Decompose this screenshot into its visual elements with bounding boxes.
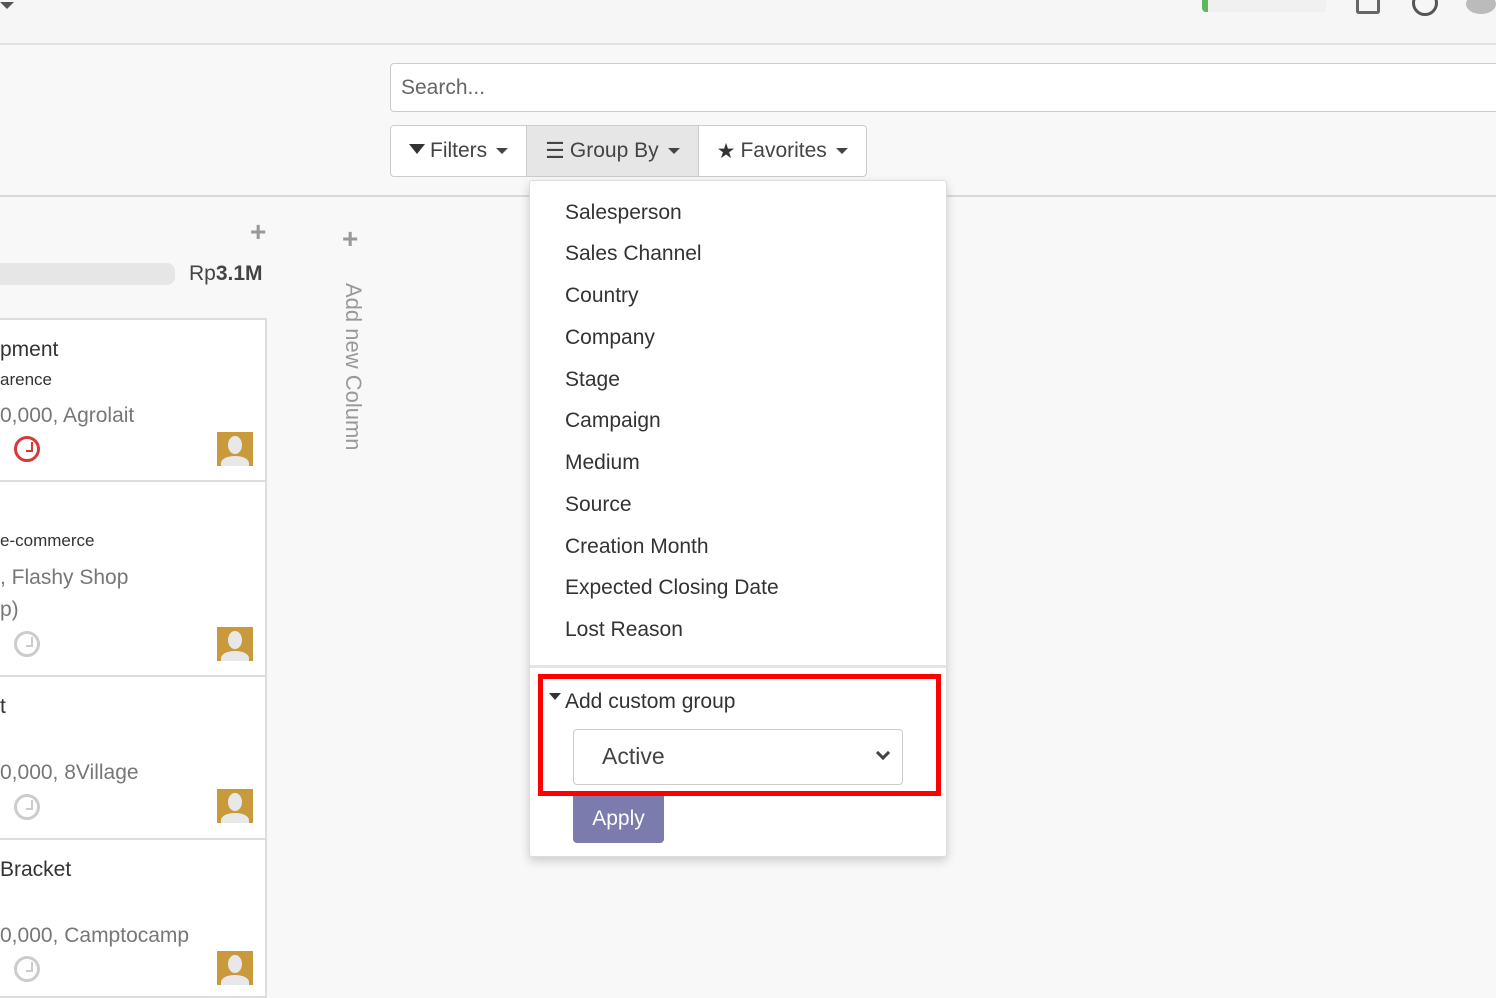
favorites-label: Favorites: [740, 139, 827, 162]
column-total: Rp3.1M: [189, 262, 263, 285]
search-options: Filters ☰ Group By ★ Favorites: [390, 125, 867, 177]
card-info: 0,000, 8Village: [0, 761, 139, 784]
caret-icon: [667, 148, 680, 154]
card-title: t: [0, 695, 6, 718]
card-info: , Flashy Shop: [0, 566, 129, 589]
column-progress-bar[interactable]: [0, 263, 175, 285]
caret-icon: [496, 148, 509, 154]
group-by-medium[interactable]: Medium: [565, 451, 640, 475]
add-new-column[interactable]: Add new Column: [340, 283, 366, 451]
card-title: pment: [0, 338, 59, 361]
favorites-button[interactable]: ★ Favorites: [699, 126, 866, 176]
card-info: 0,000, Agrolait: [0, 404, 135, 427]
avatar: [217, 432, 253, 466]
card-info-2: p): [0, 598, 19, 621]
clock-icon[interactable]: [1412, 0, 1438, 16]
group-by-company[interactable]: Company: [565, 326, 655, 350]
caret-down-icon[interactable]: [0, 2, 14, 9]
card-info: 0,000, Camptocamp: [0, 924, 190, 947]
group-by-label: Group By: [569, 139, 659, 162]
activity-clock-icon[interactable]: [14, 631, 40, 657]
dropdown-divider: [530, 665, 946, 668]
filters-label: Filters: [430, 139, 488, 162]
group-by-campaign[interactable]: Campaign: [565, 409, 661, 433]
group-by-button[interactable]: ☰ Group By: [527, 126, 699, 176]
activity-clock-icon[interactable]: [14, 436, 40, 462]
group-by-creation-month[interactable]: Creation Month: [565, 535, 709, 559]
caret-icon: [835, 148, 848, 154]
group-by-stage[interactable]: Stage: [565, 368, 620, 392]
card-tag: e-commerce: [0, 531, 95, 550]
chat-icon[interactable]: [1466, 0, 1496, 14]
progress-bar: [1202, 0, 1326, 12]
bars-icon: ☰: [545, 138, 565, 163]
avatar: [217, 951, 253, 985]
group-by-country[interactable]: Country: [565, 284, 639, 308]
avatar: [217, 789, 253, 823]
group-by-expected-closing-date[interactable]: Expected Closing Date: [565, 576, 779, 600]
card-tag: arence: [0, 370, 52, 389]
apply-button[interactable]: Apply: [573, 795, 664, 843]
group-by-source[interactable]: Source: [565, 493, 632, 517]
column-quick-add-icon[interactable]: +: [250, 216, 266, 248]
filter-icon: [409, 144, 425, 154]
kanban-card[interactable]: t 0,000, 8Village: [0, 675, 267, 840]
activity-clock-icon[interactable]: [14, 794, 40, 820]
add-column-icon[interactable]: +: [342, 223, 358, 255]
kanban-card[interactable]: pment arence 0,000, Agrolait: [0, 318, 267, 482]
highlight-box: [538, 674, 941, 796]
group-by-sales-channel[interactable]: Sales Channel: [565, 242, 702, 266]
group-by-lost-reason[interactable]: Lost Reason: [565, 618, 683, 642]
card-title: Bracket: [0, 858, 72, 881]
activity-clock-icon[interactable]: [14, 956, 40, 982]
filters-button[interactable]: Filters: [391, 126, 528, 176]
search-input[interactable]: Search...: [390, 63, 1496, 112]
star-icon: ★: [716, 139, 736, 163]
edit-icon[interactable]: [1356, 0, 1380, 14]
group-by-salesperson[interactable]: Salesperson: [565, 201, 682, 225]
top-navbar: [0, 0, 1496, 45]
avatar: [217, 627, 253, 661]
kanban-card[interactable]: e-commerce , Flashy Shop p): [0, 480, 267, 677]
kanban-card[interactable]: Bracket 0,000, Camptocamp: [0, 838, 267, 998]
